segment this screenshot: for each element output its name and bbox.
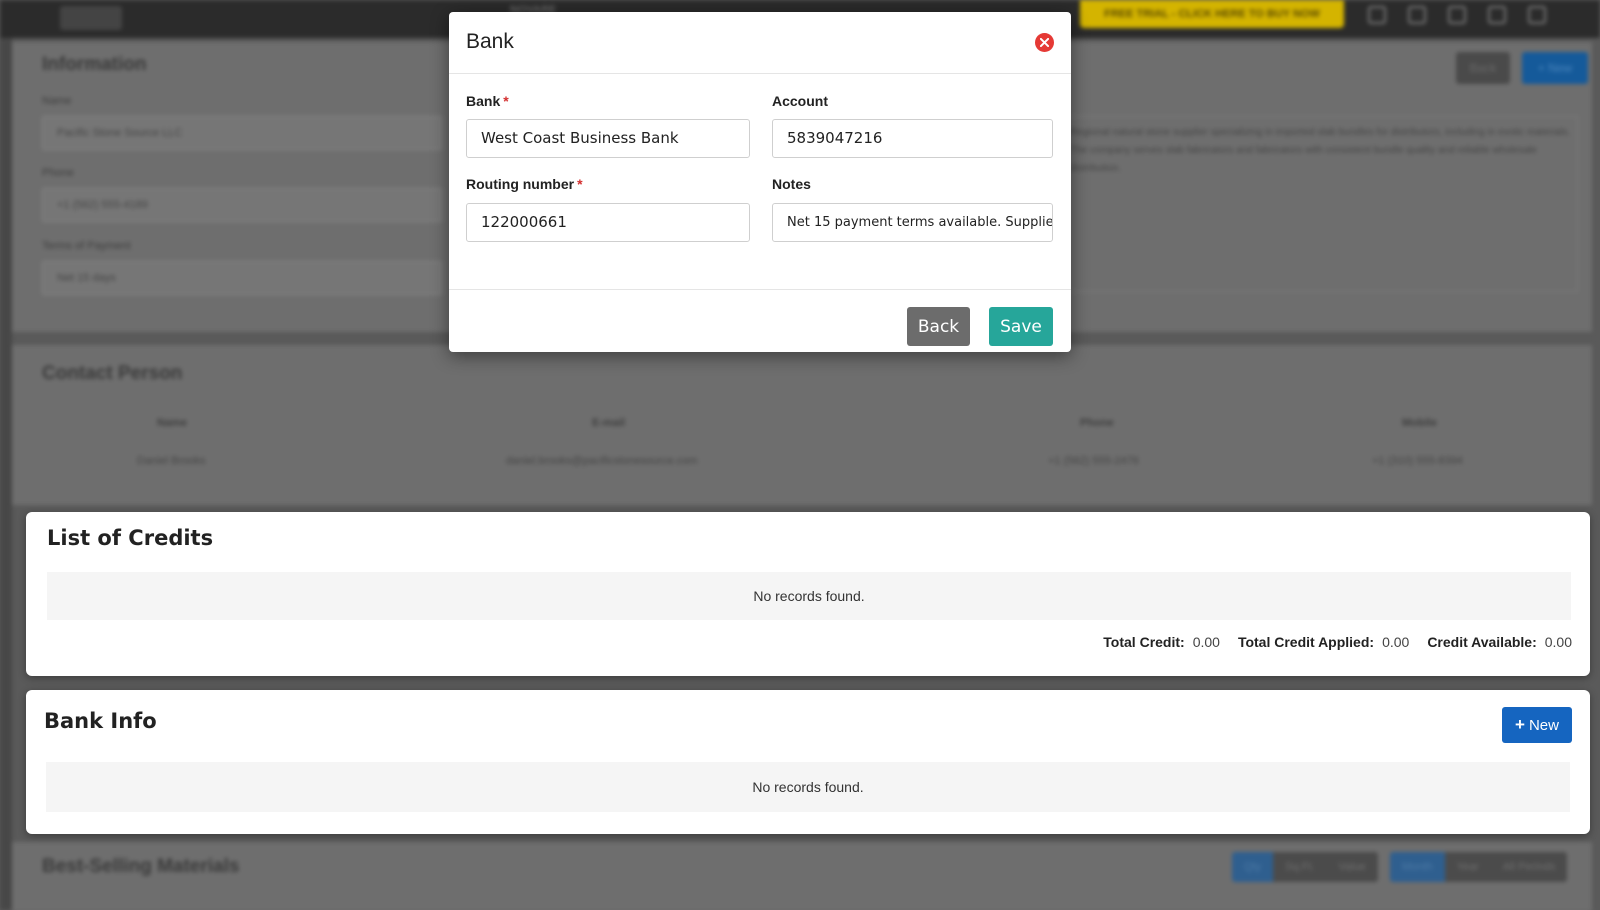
credit-available-value: 0.00 bbox=[1544, 634, 1572, 650]
routing-label-text: Routing number bbox=[466, 176, 575, 192]
info-back-button[interactable]: Back bbox=[1456, 52, 1510, 84]
contact-email-cell: daniel.brooks@pacificstonesource.com bbox=[506, 455, 698, 467]
total-credit-label: Total Credit: bbox=[1103, 634, 1185, 650]
modal-divider bbox=[449, 289, 1071, 290]
notes-label: Notes bbox=[772, 176, 811, 192]
terms-label: Terms of Payment bbox=[42, 240, 131, 252]
contact-col-email: E-mail bbox=[592, 417, 626, 429]
credits-totals: Total Credit: 0.00 Total Credit Applied: 0… bbox=[1103, 634, 1572, 650]
total-applied-label: Total Credit Applied: bbox=[1237, 634, 1375, 650]
bank-modal: Bank Bank * West Coast Business Bank Acco… bbox=[449, 12, 1071, 352]
free-trial-banner[interactable]: FREE TRIAL - CLICK HERE TO BUY NOW bbox=[1080, 0, 1344, 28]
account-label: Account bbox=[772, 93, 828, 109]
metric-sqft[interactable]: Sq.Ft. bbox=[1273, 852, 1327, 882]
bank-new-label: New bbox=[1528, 716, 1559, 734]
period-month[interactable]: Month bbox=[1390, 852, 1445, 882]
phone-icon[interactable] bbox=[1488, 6, 1506, 24]
edit-icon[interactable] bbox=[1408, 6, 1426, 24]
credits-title: List of Credits bbox=[47, 526, 214, 550]
description-text: Regional natural stone supplier speciali… bbox=[1070, 127, 1571, 174]
notes-input[interactable]: Net 15 payment terms available. Supplier… bbox=[772, 203, 1053, 242]
best-selling-title: Best-Selling Materials bbox=[42, 856, 240, 877]
phone-field[interactable]: +1 (562) 555-4189 bbox=[42, 188, 442, 222]
best-selling-card: Best-Selling Materials Qty Sq.Ft. Value … bbox=[12, 842, 1592, 910]
required-mark: * bbox=[503, 93, 509, 109]
metric-toggle: Qty Sq.Ft. Value bbox=[1232, 852, 1378, 882]
phone-label: Phone bbox=[42, 167, 74, 179]
bank-label-text: Bank bbox=[466, 93, 501, 109]
contact-name-cell: Daniel Brooks bbox=[137, 455, 206, 467]
metric-value[interactable]: Value bbox=[1326, 852, 1378, 882]
credits-card: List of Credits No records found. Total … bbox=[26, 512, 1590, 676]
information-title: Information bbox=[42, 54, 147, 75]
credit-available-label: Credit Available: bbox=[1427, 634, 1537, 650]
bank-info-title: Bank Info bbox=[44, 709, 157, 733]
bank-empty-row: No records found. bbox=[46, 762, 1570, 812]
name-label: Name bbox=[42, 95, 72, 107]
bank-input[interactable]: West Coast Business Bank bbox=[466, 119, 750, 158]
modal-title: Bank bbox=[466, 30, 514, 53]
period-year[interactable]: Year bbox=[1444, 852, 1491, 882]
credits-empty-row: No records found. bbox=[47, 572, 1571, 620]
period-all[interactable]: All Periods bbox=[1490, 852, 1568, 882]
contact-person-card: Contact Person Name E-mail Phone Mobile … bbox=[12, 345, 1592, 505]
user-icon[interactable] bbox=[1528, 6, 1546, 24]
contact-phone-cell: +1 (562) 555-2476 bbox=[1048, 455, 1139, 467]
contact-person-title: Contact Person bbox=[42, 363, 183, 384]
required-mark: * bbox=[577, 176, 583, 192]
clipboard-icon[interactable] bbox=[1448, 6, 1466, 24]
contact-col-phone: Phone bbox=[1080, 417, 1114, 429]
top-icons bbox=[1368, 6, 1546, 24]
sidebar-edge bbox=[0, 38, 12, 910]
bank-info-card: Bank Info + New No records found. bbox=[26, 690, 1590, 834]
metric-qty[interactable]: Qty bbox=[1232, 852, 1274, 882]
calendar-icon[interactable] bbox=[1368, 6, 1386, 24]
back-button[interactable]: Back bbox=[907, 307, 970, 346]
terms-select[interactable]: Net 15 days bbox=[42, 261, 442, 295]
logo bbox=[60, 6, 122, 30]
total-credit-value: 0.00 bbox=[1192, 634, 1220, 650]
account-input[interactable]: 5839047216 bbox=[772, 119, 1053, 158]
plus-icon: + bbox=[1515, 715, 1525, 734]
routing-input[interactable]: 122000661 bbox=[466, 203, 750, 242]
modal-header: Bank bbox=[449, 12, 1071, 74]
contact-col-mobile: Mobile bbox=[1402, 417, 1437, 429]
info-new-button[interactable]: + New bbox=[1522, 52, 1588, 84]
period-toggle: Month Year All Periods bbox=[1390, 852, 1568, 882]
contact-mobile-cell: +1 (310) 555-8394 bbox=[1372, 455, 1463, 467]
name-field[interactable]: Pacific Stone Source LLC bbox=[42, 116, 442, 150]
save-button[interactable]: Save bbox=[989, 307, 1053, 346]
contact-col-name: Name bbox=[157, 417, 187, 429]
routing-label: Routing number * bbox=[466, 176, 583, 192]
bank-label: Bank * bbox=[466, 93, 509, 109]
bank-new-button[interactable]: + New bbox=[1502, 707, 1572, 743]
total-applied-value: 0.00 bbox=[1382, 634, 1410, 650]
close-icon[interactable] bbox=[1035, 33, 1054, 52]
